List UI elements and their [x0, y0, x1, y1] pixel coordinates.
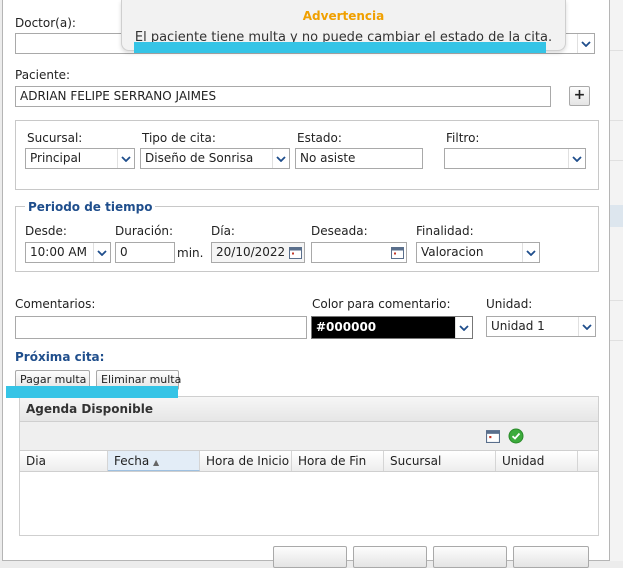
chevron-down-icon[interactable]	[578, 317, 595, 336]
duracion-input[interactable]: 0	[115, 242, 175, 263]
chevron-down-icon[interactable]	[522, 243, 539, 262]
deseada-label: Deseada:	[311, 224, 368, 238]
color-comentario-label: Color para comentario:	[312, 297, 451, 311]
doctor-label: Doctor(a):	[15, 16, 76, 30]
duracion-label: Duración:	[115, 224, 174, 238]
chevron-down-icon[interactable]	[568, 149, 585, 168]
background-window	[610, 0, 623, 561]
paciente-input[interactable]: ADRIAN FELIPE SERRANO JAIMES	[15, 86, 551, 107]
sort-asc-icon: ▲	[153, 458, 160, 467]
sucursal-label: Sucursal:	[27, 131, 83, 145]
sucursal-select[interactable]: Principal	[25, 148, 135, 169]
dia-input[interactable]: 20/10/2022	[211, 242, 305, 263]
add-patient-button[interactable]: +	[569, 86, 590, 106]
footer-button-4[interactable]	[513, 546, 589, 568]
background-row-line	[610, 300, 623, 301]
calendar-icon[interactable]	[391, 246, 404, 259]
agenda-header: Agenda Disponible	[19, 396, 599, 422]
background-row-line	[610, 160, 623, 161]
column-fecha[interactable]: Fecha ▲	[108, 451, 200, 471]
column-unidad[interactable]: Unidad	[496, 451, 578, 471]
paciente-label: Paciente:	[15, 68, 71, 82]
background-selected-row	[610, 205, 623, 227]
unidad-label: Unidad:	[486, 297, 533, 311]
footer-button-2[interactable]	[353, 546, 427, 568]
filtro-select[interactable]	[444, 148, 586, 169]
chevron-down-icon[interactable]	[577, 34, 594, 53]
unidad-select[interactable]: Unidad 1	[486, 316, 596, 337]
chevron-down-icon[interactable]	[455, 317, 472, 338]
chevron-down-icon[interactable]	[117, 149, 134, 168]
calendar-icon[interactable]	[289, 246, 302, 259]
footer-button-1[interactable]	[273, 546, 347, 568]
agenda-title: Agenda Disponible	[26, 402, 153, 416]
column-hora-inicio[interactable]: Hora de Inicio	[200, 451, 292, 471]
chevron-down-icon[interactable]	[272, 149, 289, 168]
estado-label: Estado:	[297, 131, 342, 145]
highlight-bar	[6, 386, 178, 398]
finalidad-select[interactable]: Valoracion	[416, 242, 540, 263]
comentarios-input[interactable]	[15, 316, 307, 339]
calendar-icon[interactable]	[486, 429, 500, 443]
highlight-bar	[134, 42, 546, 53]
finalidad-label: Finalidad:	[416, 224, 474, 238]
agenda-toolbar	[19, 422, 599, 450]
agenda-body	[19, 472, 599, 536]
desde-label: Desde:	[25, 224, 67, 238]
column-sucursal[interactable]: Sucursal	[384, 451, 496, 471]
tipo-cita-select[interactable]: Diseño de Sonrisa	[140, 148, 290, 169]
toast-title: Advertencia	[302, 9, 385, 23]
duracion-unit: min.	[177, 246, 204, 260]
deseada-input[interactable]	[311, 242, 407, 263]
background-row-line	[610, 120, 623, 121]
filtro-label: Filtro:	[446, 131, 480, 145]
comentarios-label: Comentarios:	[15, 297, 96, 311]
column-hora-fin[interactable]: Hora de Fin	[292, 451, 384, 471]
color-comentario-select[interactable]: #000000	[311, 316, 473, 339]
background-row-line	[610, 340, 623, 341]
agenda-columns: Dia Fecha ▲ Hora de Inicio Hora de Fin S…	[19, 450, 599, 472]
desde-select[interactable]: 10:00 AM	[25, 242, 111, 263]
dia-label: Día:	[211, 224, 235, 238]
periodo-legend: Periodo de tiempo	[25, 200, 156, 214]
check-icon[interactable]	[508, 428, 524, 444]
estado-input[interactable]: No asiste	[295, 148, 423, 169]
footer-button-3[interactable]	[433, 546, 507, 568]
column-dia[interactable]: Dia	[20, 451, 108, 471]
tipo-cita-label: Tipo de cita:	[142, 131, 216, 145]
chevron-down-icon[interactable]	[93, 243, 110, 262]
proxima-cita-label: Próxima cita:	[15, 350, 105, 364]
background-row-line	[610, 50, 623, 51]
appointment-dialog: Doctor(a): Paciente: ADRIAN FELIPE SERRA…	[2, 0, 610, 568]
